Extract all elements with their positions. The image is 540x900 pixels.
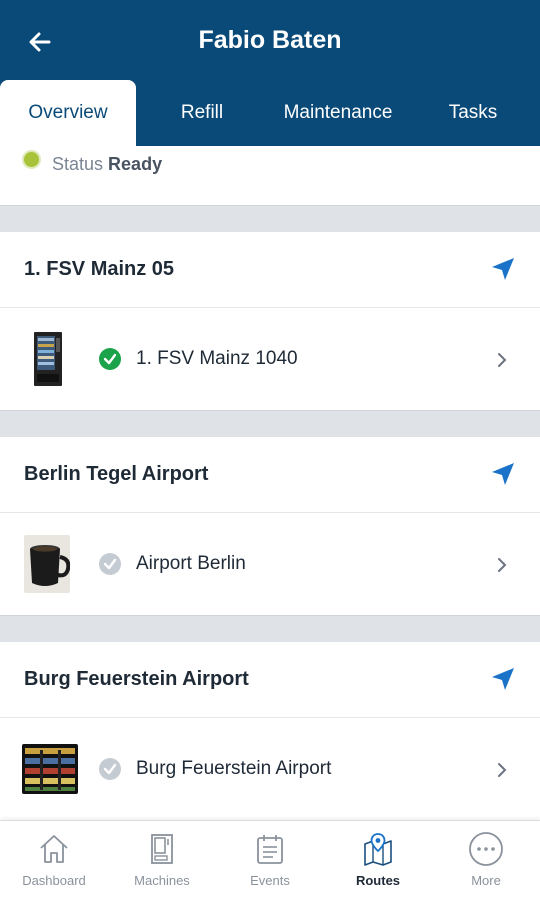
chevron-right-icon [492,348,512,372]
section-separator [0,205,540,233]
section-separator [0,410,540,438]
chevron-right-icon [492,758,512,782]
status-row: Status Ready [0,146,540,206]
machine-row[interactable]: 1. FSV Mainz 1040 [0,308,540,412]
snack-machine-photo [22,744,78,794]
navigation-arrow-icon [492,668,514,690]
vending-machine-photo [24,330,70,388]
nav-machines[interactable]: Machines [108,821,216,900]
home-icon [36,831,72,867]
vending-machine-icon [144,831,180,867]
bottom-navigation: Dashboard Machines Events Routes More [0,820,540,900]
machine-row[interactable]: Burg Feuerstein Airport [0,718,540,822]
tab-refill[interactable]: Refill [150,80,254,146]
machine-name: 1. FSV Mainz 1040 [136,348,298,369]
nav-more[interactable]: More [432,821,540,900]
nav-routes[interactable]: Routes [324,821,432,900]
coffee-mug-photo [24,535,70,593]
navigate-button[interactable] [486,457,520,491]
tab-overview[interactable]: Overview [0,80,136,146]
page-title: Fabio Baten [198,26,342,54]
more-dots-icon [468,831,504,867]
navigation-arrow-icon [492,258,514,280]
route-header: 1. FSV Mainz 05 [0,232,540,308]
machine-row[interactable]: Airport Berlin [0,513,540,617]
status-text: Status Ready [52,154,162,175]
tab-bar: Overview Refill Maintenance Tasks [0,80,540,146]
route-name: 1. FSV Mainz 05 [24,258,175,280]
nav-label: Dashboard [22,873,86,888]
nav-label: Machines [134,873,190,888]
app-header: Fabio Baten Overview Refill Maintenance … [0,0,540,146]
nav-dashboard[interactable]: Dashboard [0,821,108,900]
nav-label: More [471,873,501,888]
nav-label: Events [250,873,290,888]
machine-name: Airport Berlin [136,553,246,574]
status-check-icon [99,758,121,780]
section-separator [0,615,540,643]
tab-tasks[interactable]: Tasks [420,80,526,146]
clipboard-icon [252,831,288,867]
status-value: Ready [108,154,163,174]
status-check-icon [99,348,121,370]
status-label: Status [52,154,104,174]
route-header: Berlin Tegel Airport [0,437,540,513]
nav-events[interactable]: Events [216,821,324,900]
map-pin-icon [360,831,396,867]
route-name: Burg Feuerstein Airport [24,668,249,690]
status-check-icon [99,553,121,575]
navigate-button[interactable] [486,252,520,286]
tab-maintenance[interactable]: Maintenance [268,80,408,146]
nav-label: Routes [355,873,401,888]
status-indicator [24,152,39,167]
chevron-right-icon [492,553,512,577]
navigate-button[interactable] [486,662,520,696]
route-name: Berlin Tegel Airport [24,463,209,485]
route-header: Burg Feuerstein Airport [0,642,540,718]
machine-name: Burg Feuerstein Airport [136,758,332,779]
navigation-arrow-icon [492,463,514,485]
